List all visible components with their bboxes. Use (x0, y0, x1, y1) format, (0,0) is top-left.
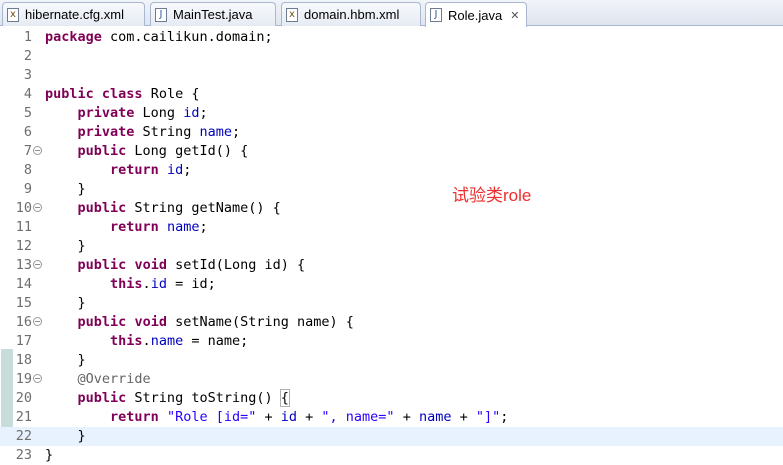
code-line-current: 22 } (0, 427, 783, 446)
line-number: 20 (15, 390, 32, 406)
line-number: 14 (15, 276, 32, 292)
code-line: 4 public class Role { (0, 85, 783, 104)
code-line: 16 − public void setName(String name) { (0, 313, 783, 332)
line-number: 16 (15, 314, 32, 330)
xml-file-icon: x (7, 7, 19, 22)
fold-collapse-icon[interactable]: − (33, 374, 42, 383)
line-number: 13 (15, 257, 32, 273)
code-line: 21 return "Role [id=" + id + ", name=" +… (0, 408, 783, 427)
tab-domain-hbm-xml[interactable]: x domain.hbm.xml (281, 2, 421, 26)
tab-label: hibernate.cfg.xml (25, 7, 124, 22)
line-number: 7 (23, 143, 32, 159)
code-line: 19 − @Override (0, 370, 783, 389)
fold-collapse-icon[interactable]: − (33, 146, 42, 155)
code-line: 10 − public String getName() { (0, 199, 783, 218)
line-number: 8 (23, 162, 32, 178)
line-number: 3 (23, 67, 32, 83)
tab-label: MainTest.java (173, 7, 253, 22)
line-number: 11 (15, 219, 32, 235)
line-number: 5 (23, 105, 32, 121)
code-line: 18 } (0, 351, 783, 370)
tab-label: Role.java (448, 7, 503, 23)
code-line: 9 } (0, 180, 783, 199)
code-line: 23 } (0, 446, 783, 465)
line-number: 23 (15, 447, 32, 463)
line-number: 4 (23, 86, 32, 102)
code-line: 5 private Long id; (0, 104, 783, 123)
java-file-icon: J (430, 8, 442, 22)
code-line: 17 this.name = name; (0, 332, 783, 351)
code-line: 12 } (0, 237, 783, 256)
code-line: 11 return name; (0, 218, 783, 237)
fold-collapse-icon[interactable]: − (33, 203, 42, 212)
code-line: 3 (0, 66, 783, 85)
line-number: 15 (15, 295, 32, 311)
tab-role-java[interactable]: J Role.java ✕ (425, 2, 527, 27)
fold-collapse-icon[interactable]: − (33, 317, 42, 326)
tab-label: domain.hbm.xml (304, 7, 400, 22)
code-line: 2 (0, 47, 783, 66)
code-line: 20 public String toString() { (0, 389, 783, 408)
code-line: 1 package com.cailikun.domain; (0, 28, 783, 47)
line-number: 10 (15, 200, 32, 216)
java-file-icon: J (155, 7, 167, 22)
line-number: 19 (15, 371, 32, 387)
fold-collapse-icon[interactable]: − (33, 260, 42, 269)
line-number: 18 (15, 352, 32, 368)
code-line: 15 } (0, 294, 783, 313)
line-number: 12 (15, 238, 32, 254)
code-line: 7 − public Long getId() { (0, 142, 783, 161)
close-icon[interactable]: ✕ (510, 9, 519, 22)
line-number: 17 (15, 333, 32, 349)
tab-hibernate-cfg-xml[interactable]: x hibernate.cfg.xml (2, 2, 145, 26)
tab-maintest-java[interactable]: J MainTest.java (150, 2, 276, 26)
editor-tab-bar: x hibernate.cfg.xml J MainTest.java x do… (0, 0, 783, 27)
code-line: 6 private String name; (0, 123, 783, 142)
annotation-overlay-text: 试验类role (452, 186, 532, 205)
xml-file-icon: x (286, 7, 298, 22)
code-line: 14 this.id = id; (0, 275, 783, 294)
line-number: 6 (23, 124, 32, 140)
code-line: 13 − public void setId(Long id) { (0, 256, 783, 275)
code-editor[interactable]: 1 package com.cailikun.domain; 2 3 4 pub… (0, 26, 783, 463)
line-number: 2 (23, 48, 32, 64)
code-line: 8 return id; (0, 161, 783, 180)
line-number: 1 (23, 29, 32, 45)
line-number: 21 (15, 409, 32, 425)
line-number: 9 (23, 181, 32, 197)
line-number: 22 (15, 428, 32, 444)
